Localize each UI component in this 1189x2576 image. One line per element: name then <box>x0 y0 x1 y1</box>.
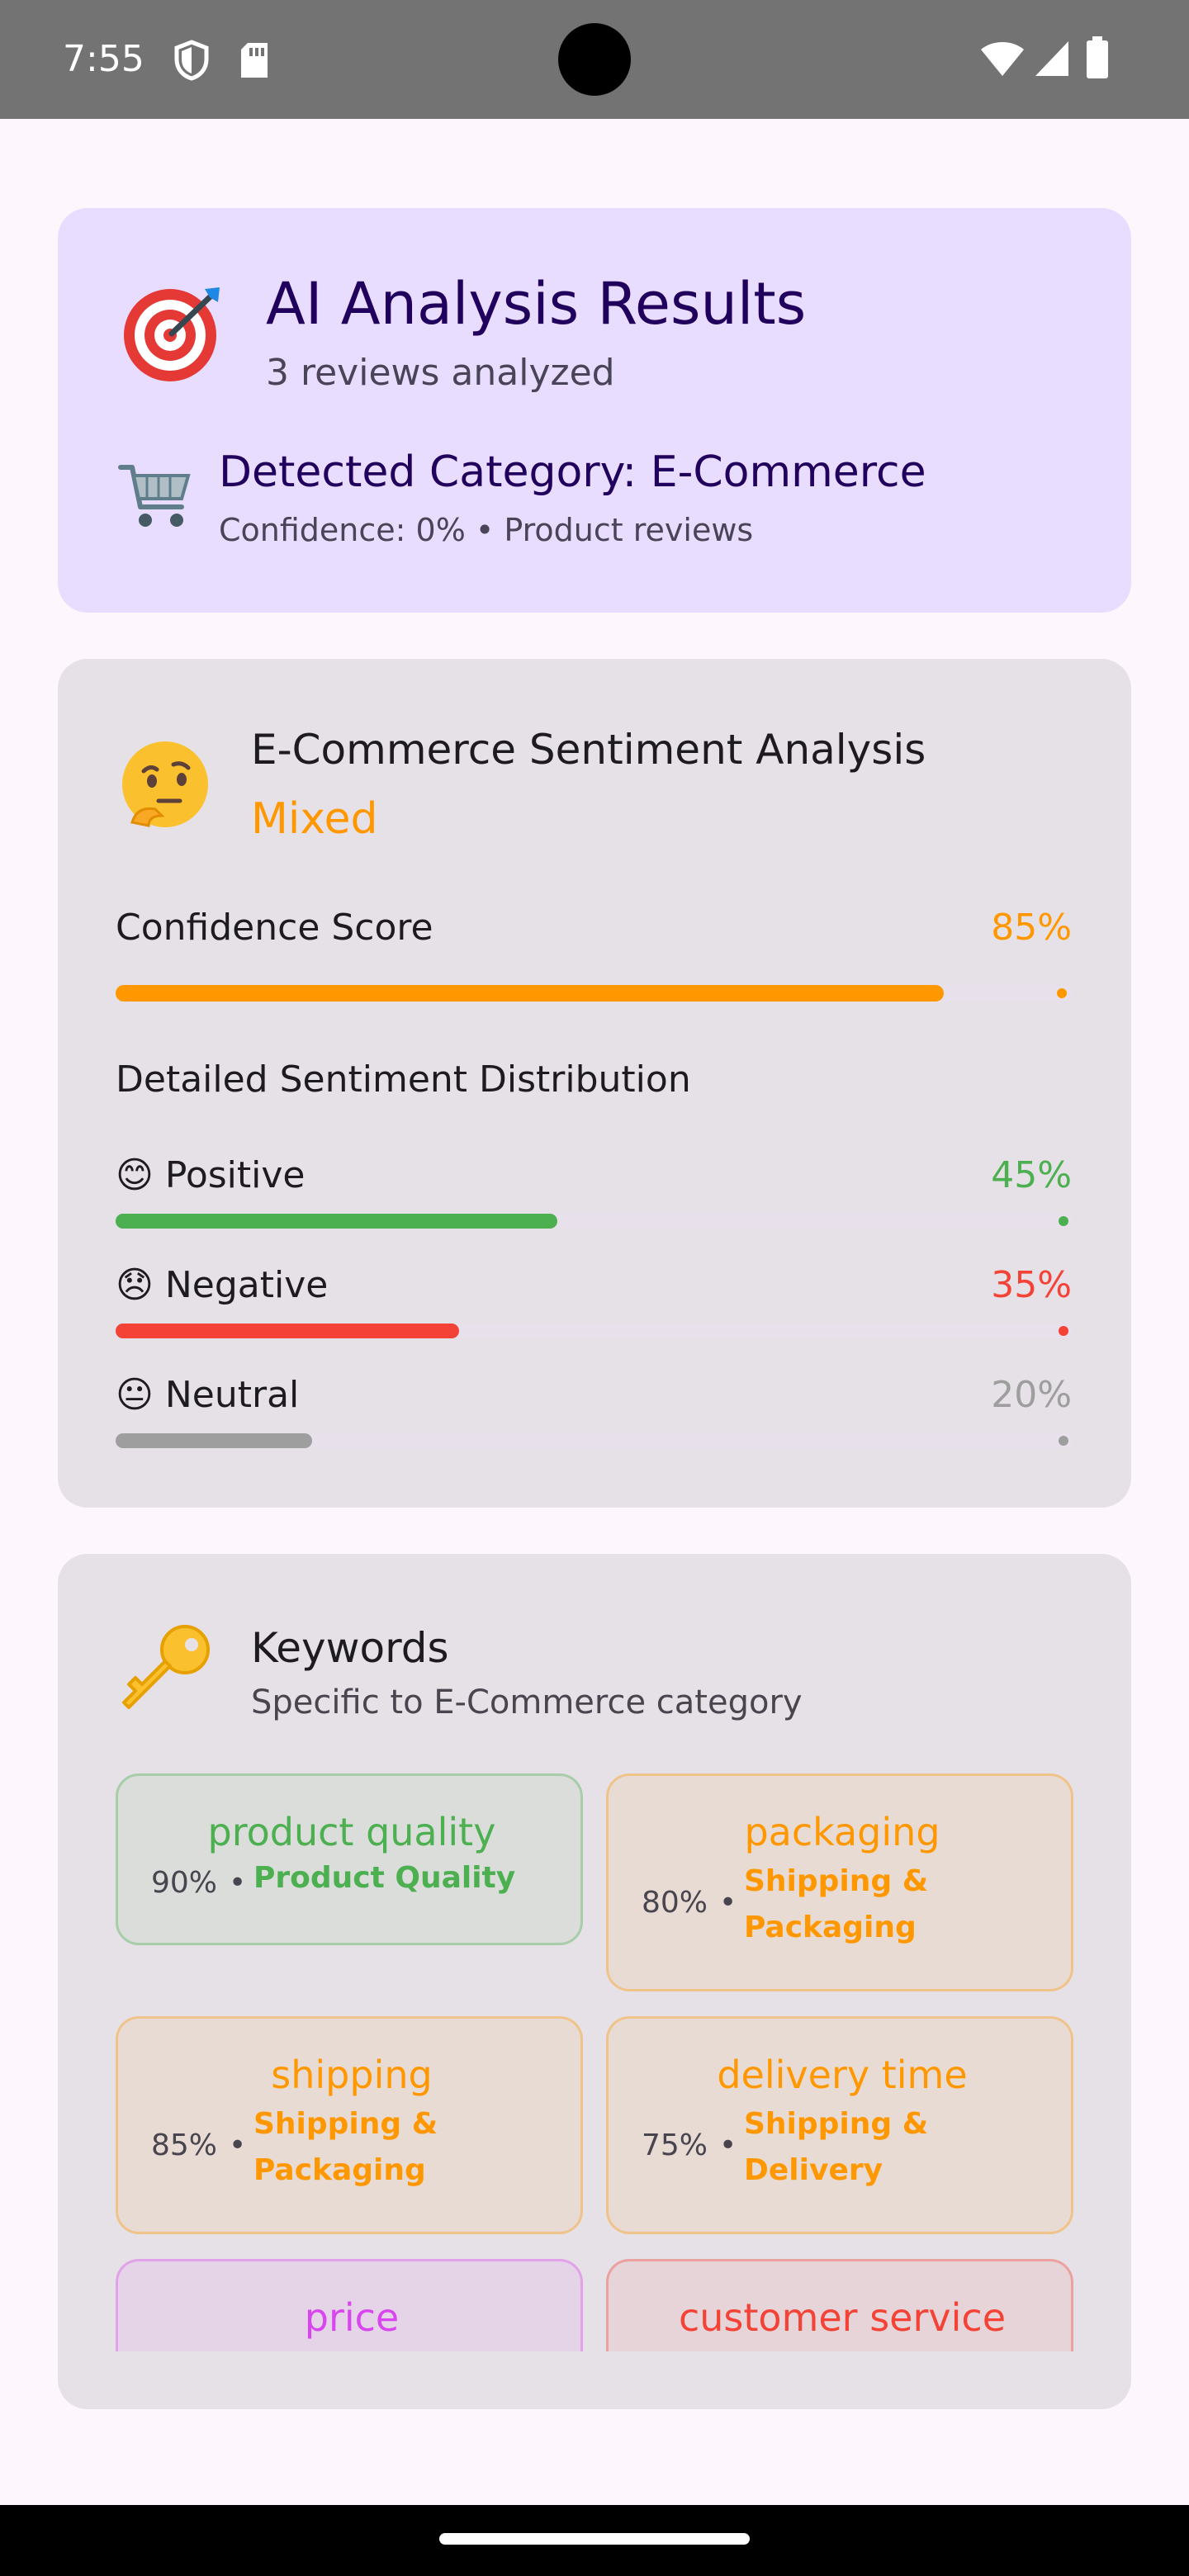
keyword-chip-title: delivery time <box>717 2053 968 2097</box>
sentiment-row-label: 😞 Negative <box>116 1264 329 1306</box>
confidence-label: Confidence Score <box>116 907 433 949</box>
keyword-chip-separator: • <box>229 1866 247 1900</box>
keyword-chip-category: Product Quality <box>253 1855 515 1901</box>
analysis-title: AI Analysis Results <box>266 270 807 338</box>
keyword-chip-title: price <box>304 2295 400 2340</box>
sentiment-row-end-dot <box>1059 1326 1068 1336</box>
keyword-chip[interactable]: price <box>116 2259 583 2351</box>
sentiment-row-bar <box>116 1433 1073 1448</box>
keyword-chip[interactable]: shipping 85% • Shipping & Packaging <box>116 2016 583 2234</box>
keyword-chip-percent: 90% <box>151 1866 218 1900</box>
keyword-chip-separator: • <box>719 1886 737 1920</box>
keyword-chip-separator: • <box>719 2129 737 2162</box>
keyword-chip-title: product quality <box>207 1810 496 1854</box>
front-camera <box>558 23 631 96</box>
confidence-bar-end-dot <box>1057 988 1067 998</box>
keyword-chip-category-line: Packaging <box>744 1911 917 1944</box>
keyword-chip-category-line: Shipping & <box>744 1864 929 1898</box>
keyword-chip-category-line: Packaging <box>253 2153 426 2187</box>
sentiment-row-bar <box>116 1214 1073 1229</box>
keyword-chip-percent: 85% <box>151 2129 218 2162</box>
keyword-chip[interactable]: delivery time 75% • Shipping & Delivery <box>606 2016 1073 2234</box>
keyword-chip-category-line: Product Quality <box>253 1861 516 1895</box>
target-icon <box>124 287 220 381</box>
key-icon <box>122 1625 210 1709</box>
sentiment-row-bar-fill <box>116 1214 557 1229</box>
keyword-chip-category: Shipping & Delivery <box>744 2101 928 2194</box>
keyword-chip-title: shipping <box>271 2053 433 2097</box>
overall-sentiment: Mixed <box>251 794 378 844</box>
battery-icon <box>1087 36 1108 78</box>
sentiment-row-end-dot <box>1059 1436 1068 1446</box>
sentiment-row-label: 😐 Neutral <box>116 1374 300 1416</box>
sentiment-row-value: 45% <box>991 1154 1072 1196</box>
reviews-count: 3 reviews analyzed <box>266 352 615 394</box>
sentiment-row-value: 35% <box>991 1264 1072 1306</box>
sd-card-icon <box>241 43 268 78</box>
keyword-chip-category: Shipping & Packaging <box>744 1859 928 1951</box>
detected-category: Detected Category: E-Commerce <box>219 447 926 497</box>
distribution-title: Detailed Sentiment Distribution <box>116 1058 691 1101</box>
sentiment-row-label: 😊 Positive <box>116 1154 306 1196</box>
confidence-value: 85% <box>991 907 1072 949</box>
wifi-icon <box>981 42 1024 76</box>
keyword-chip-percent: 80% <box>642 1886 708 1920</box>
signal-icon <box>1035 41 1068 76</box>
thinking-face-icon <box>122 741 208 827</box>
keyword-chip-list[interactable]: product quality 90% • Product Quality packag… <box>58 1554 1131 2351</box>
keywords-title: Keywords <box>251 1624 449 1672</box>
category-confidence: Confidence: 0% • Product reviews <box>219 512 754 548</box>
keyword-chip[interactable]: customer service <box>606 2259 1073 2351</box>
sentiment-row-bar <box>116 1324 1073 1338</box>
keyword-chip-percent: 75% <box>642 2129 708 2162</box>
shield-icon <box>174 40 209 81</box>
keyword-chip[interactable]: product quality 90% • Product Quality <box>116 1773 583 1945</box>
keyword-chip[interactable]: packaging 80% • Shipping & Packaging <box>606 1773 1073 1991</box>
keyword-chip-category-line: Shipping & <box>253 2107 438 2141</box>
sentiment-row-end-dot <box>1059 1216 1068 1226</box>
sentiment-row-bar-fill <box>116 1433 312 1448</box>
confidence-bar <box>116 985 1073 1002</box>
keyword-chip-title: customer service <box>678 2295 1006 2340</box>
keyword-chip-title: packaging <box>744 1810 940 1854</box>
confidence-bar-fill <box>116 985 944 1002</box>
keyword-chip-category: Shipping & Packaging <box>253 2101 438 2194</box>
shopping-cart-icon <box>118 465 191 527</box>
status-time: 7:55 <box>63 38 144 80</box>
keyword-chip-category-line: Delivery <box>744 2153 883 2187</box>
keyword-chip-separator: • <box>229 2129 247 2162</box>
sentiment-row-value: 20% <box>991 1374 1072 1416</box>
sentiment-title: E-Commerce Sentiment Analysis <box>251 726 926 774</box>
keywords-subtitle: Specific to E-Commerce category <box>251 1683 803 1721</box>
keyword-chip-category-line: Shipping & <box>744 2107 929 2141</box>
sentiment-row-bar-fill <box>116 1324 459 1338</box>
home-gesture-pill[interactable] <box>439 2533 750 2545</box>
